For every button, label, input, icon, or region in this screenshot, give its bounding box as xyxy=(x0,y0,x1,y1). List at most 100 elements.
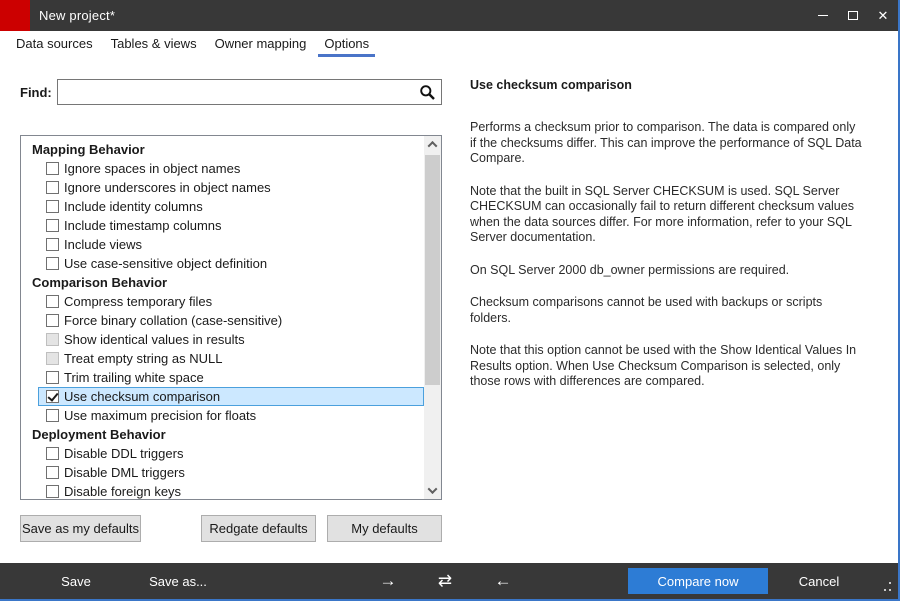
checkbox-unchecked-icon[interactable] xyxy=(46,447,59,460)
new-project-window: New project* ✕ Data sources Tables & vie… xyxy=(0,0,900,601)
close-button[interactable]: ✕ xyxy=(868,0,898,31)
option-label: Trim trailing white space xyxy=(64,368,204,387)
checkbox-unchecked-icon[interactable] xyxy=(46,314,59,327)
option-row[interactable]: Ignore underscores in object names xyxy=(38,178,424,197)
checkbox-unchecked-icon[interactable] xyxy=(46,181,59,194)
option-row[interactable]: Ignore spaces in object names xyxy=(38,159,424,178)
help-paragraph: On SQL Server 2000 db_owner permissions … xyxy=(470,263,862,279)
option-row[interactable]: Force binary collation (case-sensitive) xyxy=(38,311,424,330)
find-label: Find: xyxy=(20,85,52,100)
tab-label: Owner mapping xyxy=(215,36,307,51)
copy-left-arrow-icon[interactable]: ← xyxy=(490,563,516,599)
help-title: Use checksum comparison xyxy=(470,78,862,92)
checkbox-unchecked-icon[interactable] xyxy=(46,162,59,175)
cancel-button[interactable]: Cancel xyxy=(788,563,850,599)
tab-data-sources[interactable]: Data sources xyxy=(7,31,102,57)
window-controls: ✕ xyxy=(808,0,898,31)
section-header-deployment: Deployment Behavior xyxy=(21,425,424,444)
close-icon: ✕ xyxy=(878,9,889,22)
tab-label: Tables & views xyxy=(111,36,197,51)
option-label: Compress temporary files xyxy=(64,292,212,311)
tab-options[interactable]: Options xyxy=(315,31,378,57)
chevron-up-icon xyxy=(428,141,438,151)
chevron-down-icon xyxy=(428,484,438,494)
option-row[interactable]: Include identity columns xyxy=(38,197,424,216)
option-label: Ignore underscores in object names xyxy=(64,178,271,197)
option-label: Use maximum precision for floats xyxy=(64,406,256,425)
list-scrollbar[interactable] xyxy=(424,136,441,499)
my-defaults-button[interactable]: My defaults xyxy=(327,515,442,542)
option-label: Show identical values in results xyxy=(64,330,245,349)
save-as-button[interactable]: Save as... xyxy=(140,563,216,599)
option-row[interactable]: Compress temporary files xyxy=(38,292,424,311)
option-row[interactable]: Use maximum precision for floats xyxy=(38,406,424,425)
window-title: New project* xyxy=(39,8,115,23)
option-label: Include identity columns xyxy=(64,197,203,216)
help-paragraph: Note that the built in SQL Server CHECKS… xyxy=(470,184,862,246)
checkbox-unchecked-icon[interactable] xyxy=(46,257,59,270)
tab-label: Options xyxy=(324,36,369,51)
option-label: Treat empty string as NULL xyxy=(64,349,222,368)
option-label: Disable DDL triggers xyxy=(64,444,183,463)
help-paragraph: Checksum comparisons cannot be used with… xyxy=(470,295,862,326)
save-as-my-defaults-button[interactable]: Save as my defaults xyxy=(20,515,141,542)
maximize-button[interactable] xyxy=(838,0,868,31)
option-row[interactable]: Include timestamp columns xyxy=(38,216,424,235)
section-header-mapping: Mapping Behavior xyxy=(21,140,424,159)
checkbox-unchecked-icon[interactable] xyxy=(46,371,59,384)
section-header-comparison: Comparison Behavior xyxy=(21,273,424,292)
redgate-defaults-button[interactable]: Redgate defaults xyxy=(201,515,316,542)
option-label: Force binary collation (case-sensitive) xyxy=(64,311,282,330)
help-paragraph: Performs a checksum prior to comparison.… xyxy=(470,120,862,167)
tab-bar: Data sources Tables & views Owner mappin… xyxy=(0,31,898,57)
find-input[interactable] xyxy=(57,79,442,105)
option-label: Disable foreign keys xyxy=(64,482,181,500)
scrollbar-thumb[interactable] xyxy=(425,155,440,385)
option-row[interactable]: Include views xyxy=(38,235,424,254)
option-row[interactable]: Show identical values in results xyxy=(38,330,424,349)
app-logo-icon xyxy=(0,0,30,31)
option-row[interactable]: Treat empty string as NULL xyxy=(38,349,424,368)
save-button[interactable]: Save xyxy=(48,563,104,599)
tab-owner-mapping[interactable]: Owner mapping xyxy=(206,31,316,57)
option-row[interactable]: Disable DDL triggers xyxy=(38,444,424,463)
checkbox-checked-icon[interactable] xyxy=(46,390,59,403)
tab-tables-views[interactable]: Tables & views xyxy=(102,31,206,57)
swap-sources-icon[interactable]: ⇄ xyxy=(432,563,458,599)
checkbox-unchecked-icon[interactable] xyxy=(46,238,59,251)
resize-grip[interactable] xyxy=(881,582,891,592)
scroll-up-button[interactable] xyxy=(424,136,441,153)
copy-right-arrow-icon[interactable]: → xyxy=(375,563,401,599)
option-label: Disable DML triggers xyxy=(64,463,185,482)
maximize-icon xyxy=(848,11,858,20)
option-label: Include timestamp columns xyxy=(64,216,222,235)
option-row[interactable]: Use case-sensitive object definition xyxy=(38,254,424,273)
help-panel: Use checksum comparison Performs a check… xyxy=(470,78,862,407)
compare-now-button[interactable]: Compare now xyxy=(628,568,768,594)
option-row[interactable]: Trim trailing white space xyxy=(38,368,424,387)
checkbox-unchecked-icon[interactable] xyxy=(46,295,59,308)
checkbox-unchecked-icon[interactable] xyxy=(46,200,59,213)
options-listbox: Mapping Behavior Ignore spaces in object… xyxy=(20,135,442,500)
option-label: Use checksum comparison xyxy=(64,387,220,406)
options-rows: Mapping Behavior Ignore spaces in object… xyxy=(21,136,424,500)
checkbox-unchecked-icon[interactable] xyxy=(46,409,59,422)
tab-label: Data sources xyxy=(16,36,93,51)
checkbox-disabled-icon xyxy=(46,333,59,346)
minimize-icon xyxy=(818,15,828,16)
option-row-selected[interactable]: Use checksum comparison xyxy=(38,387,424,406)
minimize-button[interactable] xyxy=(808,0,838,31)
checkbox-unchecked-icon[interactable] xyxy=(46,466,59,479)
bottom-bar: Save Save as... → ⇄ ← Compare now Cancel xyxy=(0,563,898,599)
checkbox-unchecked-icon[interactable] xyxy=(46,219,59,232)
search-icon[interactable] xyxy=(419,84,436,101)
scroll-down-button[interactable] xyxy=(424,482,441,499)
titlebar: New project* ✕ xyxy=(0,0,898,31)
option-label: Include views xyxy=(64,235,142,254)
option-label: Use case-sensitive object definition xyxy=(64,254,267,273)
option-row[interactable]: Disable DML triggers xyxy=(38,463,424,482)
option-label: Ignore spaces in object names xyxy=(64,159,240,178)
checkbox-disabled-icon xyxy=(46,352,59,365)
checkbox-unchecked-icon[interactable] xyxy=(46,485,59,498)
option-row[interactable]: Disable foreign keys xyxy=(38,482,424,500)
